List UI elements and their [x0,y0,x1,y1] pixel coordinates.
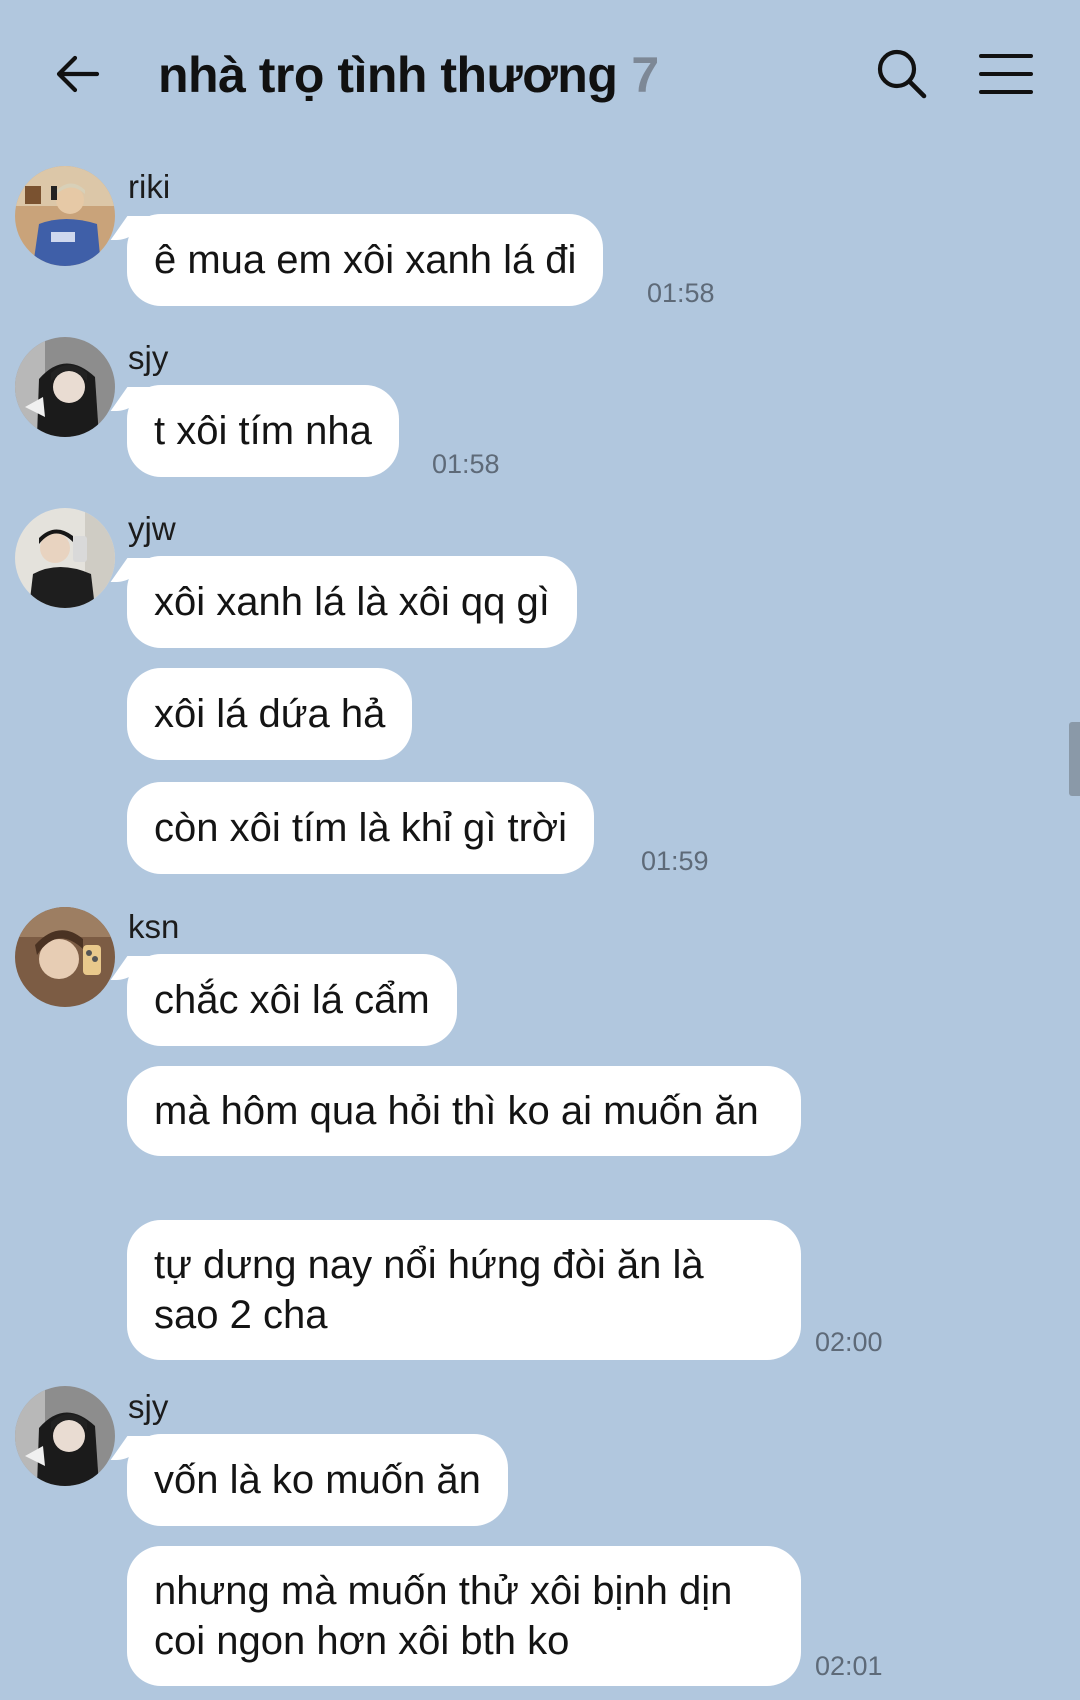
search-button[interactable] [872,44,932,104]
avatar[interactable] [15,337,115,437]
message-bubble[interactable]: tự dưng nay nổi hứng đòi ăn là sao 2 cha [127,1220,801,1360]
sender-name: yjw [128,510,176,547]
avatar[interactable] [15,907,115,1007]
message-timestamp: 02:00 [815,1327,883,1357]
message-bubble[interactable]: còn xôi tím là khỉ gì trời [127,782,595,874]
avatar-photo [15,907,115,1007]
sender-name: riki [128,168,171,205]
avatar[interactable] [15,166,115,266]
message-timestamp: 01:58 [432,449,500,479]
menu-button[interactable] [978,46,1034,102]
avatar-photo [15,337,115,437]
message-bubble[interactable]: xôi lá dứa hả [127,668,413,760]
message-timestamp: 02:01 [815,1651,883,1681]
hamburger-menu-icon [979,54,1033,94]
message-bubble[interactable]: xôi xanh lá là xôi qq gì [127,556,577,648]
message-bubble[interactable]: t xôi tím nha [127,385,399,477]
sender-name: sjy [128,339,169,376]
search-icon [877,49,927,99]
message-bubble[interactable]: nhưng mà muốn thử xôi bịnh dịn coi ngon … [127,1546,801,1686]
sender-name: ksn [128,908,180,945]
member-count: 7 [631,47,660,103]
message-timestamp: 01:58 [647,278,715,308]
avatar[interactable] [15,508,115,608]
chat-title: nhà trọ tình thương [158,47,618,103]
avatar[interactable] [15,1386,115,1486]
back-button[interactable] [50,46,106,102]
sender-name: sjy [128,1388,169,1425]
arrow-left-icon [56,55,100,93]
message-bubble[interactable]: mà hôm qua hỏi thì ko ai muốn ăn [127,1066,801,1156]
chat-header: nhà trọ tình thương 7 [0,0,1080,150]
avatar-photo [15,166,115,266]
message-bubble[interactable]: ê mua em xôi xanh lá đi [127,214,604,306]
avatar-photo [15,1386,115,1486]
message-bubble[interactable]: chắc xôi lá cẩm [127,954,457,1046]
message-timestamp: 01:59 [641,846,709,876]
chat-title-area[interactable]: nhà trọ tình thương 7 [158,40,659,110]
message-bubble[interactable]: vốn là ko muốn ăn [127,1434,508,1526]
scrollbar-thumb[interactable] [1069,722,1080,796]
avatar-photo [15,508,115,608]
